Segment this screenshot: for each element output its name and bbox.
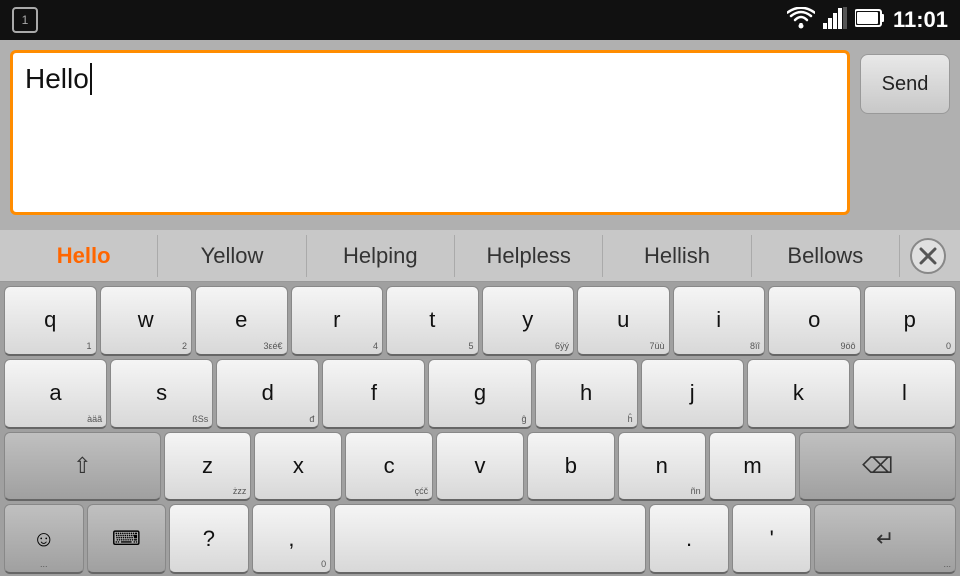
suggestion-hello[interactable]: Hello	[10, 235, 158, 277]
suggestion-helping[interactable]: Helping	[307, 235, 455, 277]
status-right: 11:01	[787, 7, 948, 34]
suggestion-bellows[interactable]: Bellows	[752, 235, 900, 277]
key-p[interactable]: p 0	[864, 286, 957, 356]
key-c[interactable]: c çćč	[345, 432, 433, 502]
suggestion-yellow[interactable]: Yellow	[158, 235, 306, 277]
backspace-icon: ⌫	[862, 453, 893, 479]
wifi-icon	[787, 7, 815, 34]
suggestion-hellish[interactable]: Hellish	[603, 235, 751, 277]
keyboard-icon: ⌨	[112, 526, 141, 551]
battery-icon	[855, 7, 885, 34]
keyboard: q 1 w 2 e 3εé€ r 4 t 5 y 6ÿý u 7üù i 8ïî	[0, 282, 960, 576]
status-bar: 1	[0, 0, 960, 40]
suggestion-close-button[interactable]	[906, 234, 950, 278]
key-m[interactable]: m	[709, 432, 797, 502]
enter-icon: ↵	[876, 526, 894, 552]
key-period[interactable]: .	[649, 504, 729, 574]
key-g[interactable]: g ĝ	[428, 359, 531, 429]
message-area: Hello Send	[0, 40, 960, 230]
notification-number: 1	[22, 13, 29, 27]
key-comma[interactable]: , 0	[252, 504, 332, 574]
key-e[interactable]: e 3εé€	[195, 286, 288, 356]
key-x[interactable]: x	[254, 432, 342, 502]
key-n[interactable]: n ñn	[618, 432, 706, 502]
key-k[interactable]: k	[747, 359, 850, 429]
key-a[interactable]: a àäã	[4, 359, 107, 429]
time-display: 11:01	[893, 7, 948, 33]
shift-key[interactable]: ⇧	[4, 432, 161, 502]
key-r[interactable]: r 4	[291, 286, 384, 356]
key-d[interactable]: d đ	[216, 359, 319, 429]
key-z[interactable]: z żzz	[164, 432, 252, 502]
enter-key[interactable]: ↵ ...	[814, 504, 956, 574]
key-w[interactable]: w 2	[100, 286, 193, 356]
input-text: Hello	[25, 63, 89, 95]
key-f[interactable]: f	[322, 359, 425, 429]
keyboard-row-3: ⇧ z żzz x c çćč v b n ñn m ⌫	[4, 432, 956, 502]
emoji-icon: ☺	[33, 526, 55, 552]
key-apostrophe[interactable]: '	[732, 504, 812, 574]
key-q[interactable]: q 1	[4, 286, 97, 356]
key-i[interactable]: i 8ïî	[673, 286, 766, 356]
notification-icon: 1	[12, 7, 38, 33]
backspace-key[interactable]: ⌫	[799, 432, 956, 502]
keyboard-switch-key[interactable]: ⌨	[87, 504, 167, 574]
status-left: 1	[12, 7, 38, 33]
spacebar-key[interactable]	[334, 504, 646, 574]
key-j[interactable]: j	[641, 359, 744, 429]
text-cursor	[90, 63, 92, 95]
emoji-key[interactable]: ☺ ...	[4, 504, 84, 574]
keyboard-row-2: a àäã s ßSs d đ f g ĝ h ĥ j k l	[4, 359, 956, 429]
suggestion-bar: Hello Yellow Helping Helpless Hellish Be…	[0, 230, 960, 282]
send-button[interactable]: Send	[860, 54, 950, 114]
key-u[interactable]: u 7üù	[577, 286, 670, 356]
key-o[interactable]: o 9öô	[768, 286, 861, 356]
shift-icon: ⇧	[73, 453, 91, 479]
key-t[interactable]: t 5	[386, 286, 479, 356]
keyboard-row-1: q 1 w 2 e 3εé€ r 4 t 5 y 6ÿý u 7üù i 8ïî	[4, 286, 956, 356]
key-l[interactable]: l	[853, 359, 956, 429]
signal-icon	[823, 7, 847, 34]
key-h[interactable]: h ĥ	[535, 359, 638, 429]
key-s[interactable]: s ßSs	[110, 359, 213, 429]
key-b[interactable]: b	[527, 432, 615, 502]
key-v[interactable]: v	[436, 432, 524, 502]
key-question[interactable]: ?	[169, 504, 249, 574]
text-input-field[interactable]: Hello	[10, 50, 850, 215]
keyboard-row-4: ☺ ... ⌨ ? , 0 . ' ↵ ...	[4, 504, 956, 574]
suggestion-helpless[interactable]: Helpless	[455, 235, 603, 277]
key-y[interactable]: y 6ÿý	[482, 286, 575, 356]
